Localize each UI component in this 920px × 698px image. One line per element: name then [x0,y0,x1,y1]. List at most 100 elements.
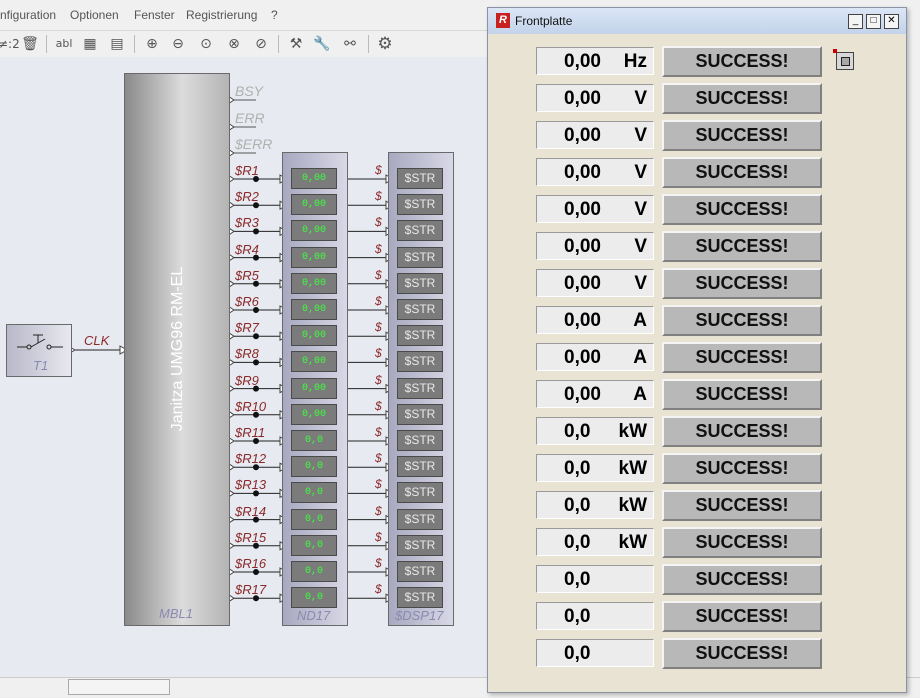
zoom-in-icon[interactable]: ⊕ [142,34,162,54]
numeric-display-cell: 0,00 [291,246,337,268]
string-display-cell: $STR [397,168,443,189]
measurement-value-field: 0,0 [536,565,654,593]
numeric-display-cell: 0,0 [291,508,337,530]
string-display-cell: $STR [397,299,443,320]
measurement-number: 0,00 [564,310,601,331]
tools-icon[interactable]: ⚒ [286,34,306,54]
menu-registrierung[interactable]: Registrierung [186,8,257,22]
measurement-unit: Hz [623,51,647,72]
display-input-label: $ [375,477,382,492]
string-display-cell: $STR [397,377,443,399]
measurement-unit: V [634,125,647,146]
status-display: SUCCESS! [662,231,822,262]
numeric-display-cell: 0,00 [291,325,337,347]
measurement-unit: A [633,347,647,368]
display-input-label: $ [375,529,382,544]
maximize-button[interactable]: □ [866,14,881,29]
plug-icon[interactable]: ⚯ [340,34,360,54]
measurement-number: 0,00 [564,125,601,146]
display-input-label: $ [375,346,382,361]
measurement-number: 0,00 [564,384,601,405]
numeric-display-cell: 0,0 [291,482,337,504]
text-tool-button[interactable]: abl [54,34,74,54]
title-bar[interactable]: R Frontplatte _ □ ✕ [488,8,906,34]
measurement-number: 0,00 [564,51,601,72]
status-display: SUCCESS! [662,83,822,114]
dsp-block-label: $DSP17 [395,608,444,623]
zoom-out-icon[interactable]: ⊖ [168,34,188,54]
measurement-value-field: 0,00 V [536,232,654,260]
measurement-unit: kW [618,421,648,442]
output-signal-label: $R5 [235,267,259,283]
numeric-display-cell: 0,0 [291,430,337,451]
minimize-button[interactable]: _ [848,14,863,29]
zoom-ratio-button[interactable]: ≠:2 [0,34,20,54]
string-display-cell: $STR [397,194,443,216]
measurement-value-field: 0,0 [536,602,654,630]
menu-configuration[interactable]: nfiguration [0,8,56,22]
app-logo-icon: R [496,13,510,28]
output-signal-label: $R11 [235,425,266,440]
panel-settings-icon[interactable] [833,49,854,70]
measurement-value-field: 0,00 V [536,121,654,149]
nd-block-label: ND17 [297,608,331,623]
diagram-canvas[interactable]: T1 CLK Janitza UMG96 RM-EL MBL1 BSY ERR … [0,57,487,677]
measurement-number: 0,0 [564,532,591,553]
measurement-unit: V [634,162,647,183]
output-signal-label: $R12 [235,451,267,467]
output-signal-label: $R6 [235,294,259,309]
measurement-value-field: 0,0 kW [536,491,654,519]
measurement-value-field: 0,0 kW [536,528,654,556]
zoom-fit-icon[interactable]: ⊙ [196,34,216,54]
string-display-cell: $STR [397,456,443,478]
numeric-display-cell: 0,0 [291,534,337,556]
list-icon[interactable]: ▤ [107,34,127,54]
measurement-unit: V [634,88,647,109]
wrench-icon[interactable]: 🔧 [312,34,332,54]
status-display: SUCCESS! [662,527,822,558]
measurement-unit: kW [618,458,648,479]
status-display: SUCCESS! [662,416,822,447]
menu-fenster[interactable]: Fenster [134,8,175,22]
trash-icon[interactable]: 🗑 [20,34,40,54]
status-display: SUCCESS! [662,490,822,521]
measurement-number: 0,0 [564,421,591,442]
string-display-cell: $STR [397,508,443,530]
measurement-number: 0,00 [564,236,601,257]
close-button[interactable]: ✕ [884,14,899,29]
main-block[interactable]: Janitza UMG96 RM-EL MBL1 [124,73,230,626]
measurement-unit: kW [618,532,648,553]
output-signal-label: $R2 [235,189,259,205]
measurement-value-field: 0,00 A [536,343,654,371]
output-signal-label: $R13 [235,477,267,493]
numeric-display-cell: 0,0 [291,456,337,478]
display-input-label: $ [375,582,382,597]
display-input-label: $ [375,425,382,439]
zoom-area-icon[interactable]: ⊗ [224,34,244,54]
measurement-value-field: 0,00 V [536,84,654,112]
string-display-cell: $STR [397,587,443,609]
grid-icon[interactable]: ▦ [80,34,100,54]
menu-help[interactable]: ? [271,8,278,22]
zoom-reset-icon[interactable]: ⊘ [251,34,271,54]
toolbar-separator [278,35,279,53]
measurement-value-field: 0,00 Hz [536,47,654,75]
output-signal-label: $R7 [235,320,259,336]
gear-icon[interactable]: ⚙ [375,34,395,54]
horizontal-scrollbar[interactable] [68,679,170,695]
menu-optionen[interactable]: Optionen [70,8,119,22]
measurement-value-field: 0,00 V [536,269,654,297]
measurement-value-field: 0,00 V [536,195,654,223]
status-display: SUCCESS! [662,120,822,151]
main-block-title: Janitza UMG96 RM-EL [169,266,186,432]
display-input-label: $ [375,215,382,230]
measurement-number: 0,00 [564,88,601,109]
string-display-cell: $STR [397,482,443,504]
string-display-cell: $STR [397,403,443,425]
string-display-cell: $STR [397,272,443,294]
status-signal-bsy: BSY [235,83,264,99]
string-display-cell: $STR [397,246,443,268]
output-signal-label: $R17 [235,582,267,598]
string-display-cell: $STR [397,430,443,451]
switch-block[interactable]: T1 [6,324,72,377]
